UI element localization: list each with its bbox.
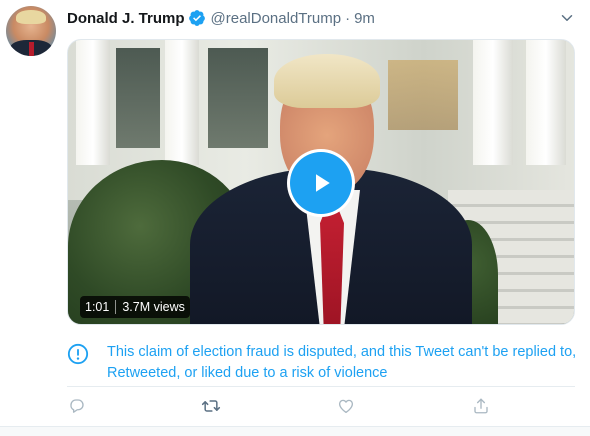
separator-dot: · (345, 9, 351, 27)
share-icon (474, 398, 488, 414)
avatar[interactable] (6, 6, 56, 56)
heart-icon (338, 399, 354, 414)
video-views: 3.7M views (122, 300, 185, 314)
video-column (165, 40, 199, 165)
video-meta-separator (115, 300, 117, 314)
share-button[interactable] (471, 396, 491, 416)
verified-badge-icon (188, 9, 206, 27)
timestamp[interactable]: 9m (354, 10, 375, 27)
tweet[interactable]: Donald J. Trump @realDonaldTrump · 9m 1:… (0, 0, 590, 436)
play-icon (316, 174, 330, 192)
retweet-button[interactable] (201, 396, 221, 416)
play-button-inner (290, 152, 352, 214)
video-meta: 1:01 3.7M views (80, 296, 190, 318)
video-column (526, 40, 566, 165)
video-figure-hair (274, 54, 380, 108)
video-window (388, 60, 458, 130)
tweet-actions (67, 396, 575, 416)
reply-icon (70, 399, 84, 413)
handle[interactable]: @realDonaldTrump (211, 10, 342, 27)
next-tweet-edge (0, 426, 590, 436)
tweet-header: Donald J. Trump @realDonaldTrump · 9m (67, 8, 375, 28)
video-figure-tie (320, 205, 344, 324)
display-name[interactable]: Donald J. Trump (67, 10, 185, 27)
divider (67, 386, 575, 387)
disputed-claim-notice: This claim of election fraud is disputed… (67, 342, 577, 382)
avatar-tie (29, 42, 34, 56)
play-button[interactable] (287, 149, 355, 217)
avatar-hair (16, 10, 46, 24)
video-window (116, 48, 160, 148)
video-duration: 1:01 (85, 300, 110, 314)
like-button[interactable] (336, 396, 356, 416)
chevron-down-icon (561, 15, 573, 21)
notice-text: This claim of election fraud is disputed… (107, 344, 577, 381)
video-player[interactable]: 1:01 3.7M views (67, 39, 575, 325)
exclamation-circle-icon (67, 343, 89, 365)
more-options-button[interactable] (558, 9, 576, 27)
video-column (76, 40, 110, 165)
retweet-icon (201, 400, 221, 412)
reply-button[interactable] (67, 396, 87, 416)
video-column (473, 40, 513, 165)
video-window (208, 48, 268, 148)
